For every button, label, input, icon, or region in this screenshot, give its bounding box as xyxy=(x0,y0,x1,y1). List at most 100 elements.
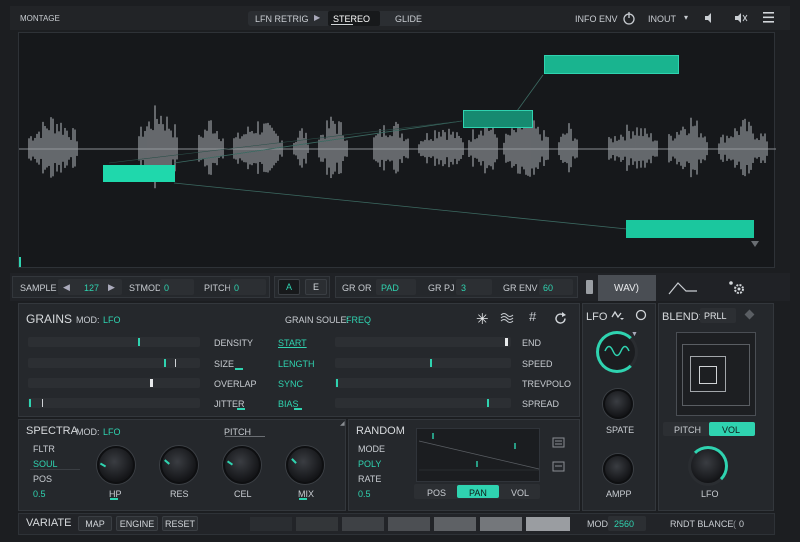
jitter-underline xyxy=(237,408,245,410)
mode-value[interactable]: POLY xyxy=(358,459,381,469)
fltr-value[interactable]: SOUL xyxy=(33,459,58,469)
variation-slot[interactable] xyxy=(342,517,384,531)
tab-wav-label: WAV) xyxy=(614,283,639,294)
envelope-icon[interactable] xyxy=(668,280,698,296)
cel-knob[interactable] xyxy=(223,446,261,484)
blend-lfo-label: LFO xyxy=(701,489,719,499)
cycle-icon[interactable] xyxy=(635,309,647,321)
size-label: SIZE xyxy=(214,359,235,369)
sync-slider[interactable] xyxy=(335,378,511,388)
power-icon[interactable] xyxy=(622,11,636,25)
grain-block[interactable] xyxy=(463,110,533,128)
length-label[interactable]: LENGTH xyxy=(278,359,315,369)
variation-slot[interactable] xyxy=(526,517,570,531)
mode-label: MODE xyxy=(358,444,385,454)
density-label: DENSITY xyxy=(214,338,254,348)
ab-e-button[interactable]: E xyxy=(305,279,327,295)
settings-icon[interactable] xyxy=(728,280,746,296)
random-graph-svg xyxy=(418,433,540,471)
dice-icon[interactable] xyxy=(552,436,566,450)
bias-slider[interactable] xyxy=(335,398,511,408)
density-slider[interactable] xyxy=(28,337,200,347)
gror-value: PAD xyxy=(381,283,399,293)
grain-block[interactable] xyxy=(103,165,175,182)
grain-block[interactable] xyxy=(544,55,679,74)
start-label[interactable]: START xyxy=(278,338,307,348)
random-tab-pos[interactable]: POS xyxy=(427,488,446,498)
map-button[interactable]: MAP xyxy=(78,516,112,531)
play-icon[interactable]: ▶ xyxy=(314,13,320,22)
grain-block[interactable] xyxy=(626,220,754,238)
tab-glide[interactable]: GLIDE xyxy=(395,14,422,24)
variation-slot[interactable] xyxy=(296,517,338,531)
speed-label: SPEED xyxy=(522,359,553,369)
info-env-button[interactable]: INFO ENV xyxy=(575,14,618,24)
grains-title: GRAINS xyxy=(26,312,73,326)
spate-label: SPATE xyxy=(606,425,635,435)
waveform-view[interactable] xyxy=(18,32,776,268)
snowflake-icon[interactable]: ✳ xyxy=(476,310,489,328)
length-slider[interactable] xyxy=(335,358,511,368)
engine-button[interactable]: ENGINE xyxy=(116,516,158,531)
sample-value: 127 xyxy=(84,283,100,293)
stmod-label: STMOD xyxy=(129,283,162,293)
random-tab-vol[interactable]: VOL xyxy=(511,488,529,498)
start-slider[interactable] xyxy=(335,337,511,347)
sync-label[interactable]: SYNC xyxy=(278,379,303,389)
ampp-knob[interactable] xyxy=(603,454,633,484)
blend-title: BLEND: xyxy=(662,311,702,323)
res-knob[interactable] xyxy=(160,446,198,484)
arrow-left-icon[interactable]: ◀ xyxy=(63,282,70,293)
chevron-down-icon[interactable]: ▾ xyxy=(684,13,688,22)
waves-icon[interactable] xyxy=(500,312,514,324)
mix-knob[interactable] xyxy=(286,446,324,484)
overlap-slider[interactable] xyxy=(28,378,200,388)
speaker-icon[interactable] xyxy=(704,12,716,24)
end-label: END xyxy=(522,338,542,348)
chevron-down-icon[interactable]: ▼ xyxy=(631,331,638,338)
rndt-bracket: ( xyxy=(733,519,736,529)
random-title: RANDOM xyxy=(356,425,405,437)
blend-lfo-knob[interactable] xyxy=(688,446,728,486)
mix-underline xyxy=(299,498,307,500)
refresh-icon[interactable] xyxy=(554,312,567,325)
sample-label: SAMPLE xyxy=(20,283,57,293)
pos-value[interactable]: 0.5 xyxy=(33,489,46,499)
rate-value[interactable]: 0.5 xyxy=(358,489,371,499)
tab-lfn-retrig[interactable]: LFN RETRIG xyxy=(255,14,309,24)
variation-slot[interactable] xyxy=(388,517,430,531)
cel-label: CEL xyxy=(234,489,252,499)
grain-source-value[interactable]: FREQ xyxy=(346,315,371,325)
jitter-slider[interactable] xyxy=(28,398,200,408)
blend-vol-label: VOL xyxy=(722,425,741,435)
pitch-label: PITCH xyxy=(204,283,231,293)
variation-slot[interactable] xyxy=(434,517,476,531)
mute-icon[interactable] xyxy=(734,12,748,24)
random-tab-pan[interactable]: PAN xyxy=(469,488,487,498)
app-title: MONTAGE xyxy=(20,14,60,23)
grid-icon[interactable]: # xyxy=(529,309,536,324)
grenv-label: GR ENV xyxy=(503,283,538,293)
menu-icon[interactable] xyxy=(763,12,775,23)
spate-knob[interactable] xyxy=(603,389,633,419)
ab-a-button[interactable]: A xyxy=(278,279,300,295)
inout-dropdown[interactable]: INOUT xyxy=(648,14,676,24)
size-slider[interactable] xyxy=(28,358,200,368)
reset-button[interactable]: RESET xyxy=(162,516,198,531)
variation-slot[interactable] xyxy=(250,517,292,531)
waveform-select-icon[interactable] xyxy=(611,309,625,321)
grpj-label: GR PJ xyxy=(428,283,455,293)
rndt-label: RNDT BLANCE xyxy=(670,519,734,529)
spectra-mod-value[interactable]: LFO xyxy=(103,427,121,437)
tab-stereo[interactable]: STEREO xyxy=(333,14,370,24)
scroll-handle[interactable] xyxy=(586,280,593,294)
arrow-right-icon[interactable]: ▶ xyxy=(108,282,115,293)
spectra-mod-label: MOD: xyxy=(76,427,100,437)
variation-slot[interactable] xyxy=(480,517,522,531)
grains-mod-value[interactable]: LFO xyxy=(103,315,121,325)
shuffle-icon[interactable] xyxy=(552,460,566,474)
lfo-title: LFO xyxy=(586,311,608,323)
rndt-value[interactable]: 0 xyxy=(739,519,744,529)
random-graph[interactable] xyxy=(416,428,540,482)
hp-knob[interactable] xyxy=(97,446,135,484)
